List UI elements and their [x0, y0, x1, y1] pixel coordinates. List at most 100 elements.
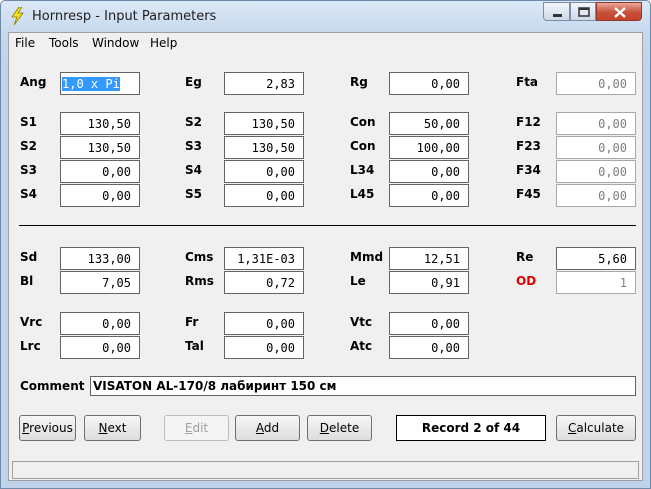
delete-button[interactable]: Delete — [307, 415, 372, 441]
label-rg-r0: Rg — [350, 75, 368, 89]
close-button[interactable] — [596, 2, 642, 21]
field-mmd-r5[interactable]: 12,51 — [389, 247, 469, 270]
label-s5-r4: S5 — [185, 187, 202, 201]
field-f34-r3[interactable]: 0,00 — [556, 160, 636, 183]
label-l45-r4: L45 — [350, 187, 375, 201]
field-eg-r0[interactable]: 2,83 — [224, 72, 304, 95]
add-accel: A — [255, 421, 264, 435]
field-rg-r0[interactable]: 0,00 — [389, 72, 469, 95]
previous-button[interactable]: Previous — [19, 415, 76, 441]
label-l34-r3: L34 — [350, 163, 375, 177]
field-sd-r5[interactable]: 133,00 — [60, 247, 140, 270]
label-ang-r0: Ang — [20, 75, 47, 89]
field-fr-r7[interactable]: 0,00 — [224, 312, 304, 335]
field-fta-r0[interactable]: 0,00 — [556, 72, 636, 95]
add-button[interactable]: Add — [235, 415, 300, 441]
field-od-r6[interactable]: 1 — [556, 271, 636, 294]
delete-label: elete — [329, 421, 360, 435]
label-le-r6: Le — [350, 274, 366, 288]
label-fta-r0: Fta — [516, 75, 539, 89]
field-tal-r8[interactable]: 0,00 — [224, 336, 304, 359]
field-le-r6[interactable]: 0,91 — [389, 271, 469, 294]
label-eg-r0: Eg — [185, 75, 202, 89]
label-s3-r2: S3 — [185, 139, 202, 153]
minimize-button[interactable] — [543, 2, 570, 21]
field-s2-r2[interactable]: 130,50 — [60, 136, 140, 159]
menu-bar: File Tools Window Help — [9, 33, 642, 53]
label-rms-r6: Rms — [185, 274, 214, 288]
menu-help[interactable]: Help — [150, 36, 177, 50]
field-s2-r1[interactable]: 130,50 — [224, 112, 304, 135]
field-re-r5[interactable]: 5,60 — [556, 247, 636, 270]
field-s4-r4[interactable]: 0,00 — [60, 184, 140, 207]
field-con-r2[interactable]: 100,00 — [389, 136, 469, 159]
label-re-r5: Re — [516, 250, 534, 264]
label-vtc-r7: Vtc — [350, 315, 373, 329]
field-ang-r0[interactable]: 1,0 x Pi — [60, 72, 140, 95]
field-f45-r4[interactable]: 0,00 — [556, 184, 636, 207]
label-mmd-r5: Mmd — [350, 250, 384, 264]
next-accel: N — [98, 421, 108, 435]
menu-file[interactable]: File — [15, 36, 35, 50]
label-s3-r3: S3 — [20, 163, 37, 177]
main-window: Hornresp - Input Parameters File Tools W… — [0, 0, 651, 489]
label-s2-r1: S2 — [185, 115, 202, 129]
label-f45-r4: F45 — [516, 187, 541, 201]
maximize-icon — [578, 7, 590, 17]
maximize-button[interactable] — [570, 2, 596, 21]
field-l45-r4[interactable]: 0,00 — [389, 184, 469, 207]
menu-window[interactable]: Window — [92, 36, 139, 50]
comment-field[interactable]: VISATON AL-170/8 лабиринт 150 см — [90, 376, 636, 396]
comment-label: Comment — [20, 379, 85, 393]
field-s4-r3[interactable]: 0,00 — [224, 160, 304, 183]
calculate-button[interactable]: Calculate — [556, 415, 636, 441]
edit-label: dit — [192, 421, 209, 435]
label-cms-r5: Cms — [185, 250, 214, 264]
edit-button[interactable]: Edit — [164, 415, 229, 441]
title-bar[interactable]: Hornresp - Input Parameters — [1, 1, 650, 33]
close-icon — [614, 7, 626, 18]
field-s3-r3[interactable]: 0,00 — [60, 160, 140, 183]
next-label: ext — [107, 421, 127, 435]
label-lrc-r8: Lrc — [20, 339, 41, 353]
field-cms-r5[interactable]: 1,31E-03 — [224, 247, 304, 270]
record-indicator: Record 2 of 44 — [396, 415, 546, 441]
window-title: Hornresp - Input Parameters — [32, 9, 217, 24]
add-label: dd — [263, 421, 280, 435]
label-s4-r4: S4 — [20, 187, 37, 201]
label-s4-r3: S4 — [185, 163, 202, 177]
label-tal-r8: Tal — [185, 339, 204, 353]
field-l34-r3[interactable]: 0,00 — [389, 160, 469, 183]
minimize-icon — [553, 14, 562, 17]
field-s5-r4[interactable]: 0,00 — [224, 184, 304, 207]
label-bl-r6: Bl — [20, 274, 34, 288]
label-atc-r8: Atc — [350, 339, 373, 353]
field-s3-r2[interactable]: 130,50 — [224, 136, 304, 159]
field-f12-r1[interactable]: 0,00 — [556, 112, 636, 135]
label-f12-r1: F12 — [516, 115, 541, 129]
field-lrc-r8[interactable]: 0,00 — [60, 336, 140, 359]
lightning-icon — [11, 7, 24, 25]
client-area: File Tools Window Help Ang 1,0 x Pi Eg 2,83… — [8, 32, 643, 481]
label-fr-r7: Fr — [185, 315, 199, 329]
label-od-r6: OD — [516, 274, 537, 288]
menu-tools[interactable]: Tools — [49, 36, 79, 50]
field-s1-r1[interactable]: 130,50 — [60, 112, 140, 135]
field-atc-r8[interactable]: 0,00 — [389, 336, 469, 359]
field-rms-r6[interactable]: 0,72 — [224, 271, 304, 294]
next-button[interactable]: Next — [84, 415, 141, 441]
status-bar — [12, 461, 639, 479]
label-vrc-r7: Vrc — [20, 315, 43, 329]
field-con-r1[interactable]: 50,00 — [389, 112, 469, 135]
selected-text: 1,0 x Pi — [62, 77, 120, 91]
field-bl-r6[interactable]: 7,05 — [60, 271, 140, 294]
field-f23-r2[interactable]: 0,00 — [556, 136, 636, 159]
section-divider — [19, 225, 636, 226]
label-s1-r1: S1 — [20, 115, 37, 129]
label-sd-r5: Sd — [20, 250, 38, 264]
label-con-r2: Con — [350, 139, 376, 153]
field-vtc-r7[interactable]: 0,00 — [389, 312, 469, 335]
field-vrc-r7[interactable]: 0,00 — [60, 312, 140, 335]
label-f23-r2: F23 — [516, 139, 541, 153]
delete-accel: D — [319, 421, 330, 435]
